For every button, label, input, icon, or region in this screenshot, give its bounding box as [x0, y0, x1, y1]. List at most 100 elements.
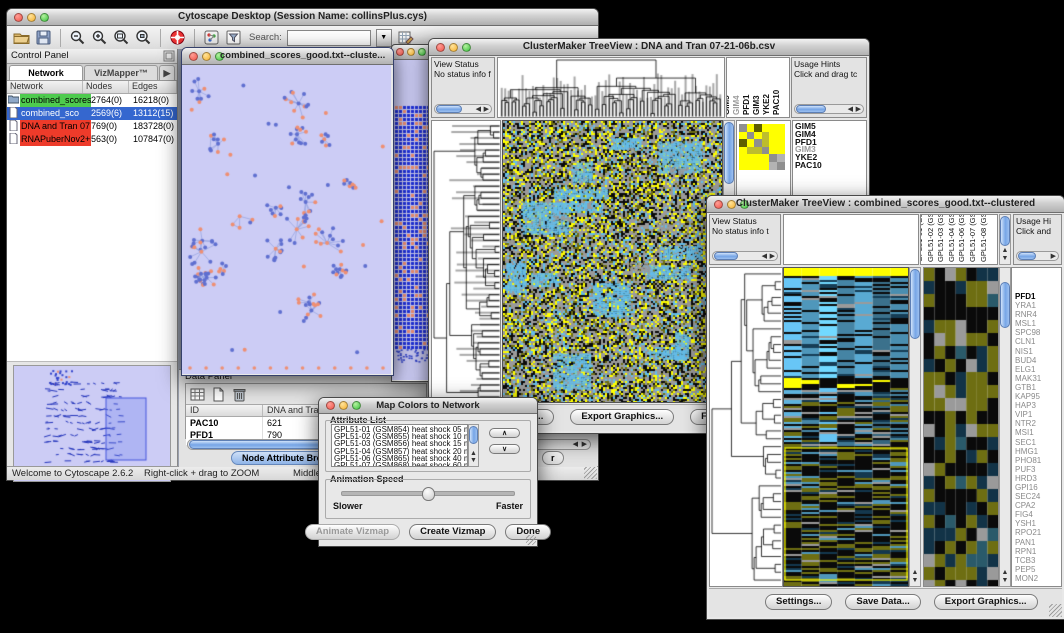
matrix-cell	[754, 132, 762, 140]
column-header-edges[interactable]: Edges	[129, 81, 177, 93]
attribute-list-vscrollbar[interactable]: ▲▼	[468, 424, 479, 467]
open-icon[interactable]	[13, 29, 30, 46]
network-tree-empty[interactable]	[7, 146, 177, 362]
network-row-combined-scores[interactable]: combined_scores2764(0)16218(0)	[7, 94, 177, 107]
gene-label-rnr4: RNR4	[1015, 310, 1061, 319]
matrix-cell	[754, 147, 762, 155]
tv1-col-label-pac10: PAC10	[772, 90, 781, 115]
create-vizmap-button[interactable]: Create Vizmap	[409, 524, 496, 540]
search-input[interactable]	[287, 30, 371, 46]
zoom-in-icon[interactable]	[91, 29, 108, 46]
tv2-heatmap[interactable]	[783, 267, 909, 587]
network-canvas-2[interactable]	[392, 60, 431, 380]
tv2-col-label-gpl51-03-gsm856: GPL51-03 (GSM856)	[936, 214, 945, 262]
matrix-cell	[762, 147, 770, 155]
column-header-network[interactable]: Network	[7, 81, 83, 93]
gene-label-fig4: FIG4	[1015, 510, 1061, 519]
tab-network[interactable]: Network	[9, 65, 83, 80]
dialog-title: Map Colors to Network	[319, 400, 537, 411]
move-up-button[interactable]: ∧	[489, 428, 520, 438]
table-icon[interactable]	[189, 386, 206, 403]
matrix-cell	[747, 162, 755, 170]
settings-button[interactable]: Settings...	[765, 594, 832, 610]
network-row-rnapubernov2[interactable]: RNAPuberNov2+|563(0)107847(0)	[7, 133, 177, 146]
gene-label-nis1: NIS1	[1015, 347, 1061, 356]
tv1-view-status-line1: View Status	[434, 59, 492, 69]
edge-count: 107847(0)	[133, 133, 177, 146]
tv2-collabel-vscrollbar[interactable]: ▲▼	[999, 214, 1011, 265]
minimize-icon	[202, 52, 211, 61]
tv1-usage-line1: Usage Hints	[794, 59, 864, 69]
search-dropdown-button[interactable]: ▼	[376, 29, 392, 47]
tv2-zoom-panel[interactable]	[923, 267, 999, 587]
correlation-matrix[interactable]	[739, 124, 785, 170]
help-icon[interactable]	[169, 29, 186, 46]
tv2-resize-grip[interactable]	[1049, 604, 1062, 617]
attribute-listbox[interactable]: GPL51-01 (GSM854) heat shock 05 minGPL51…	[331, 424, 468, 467]
matrix-cell	[777, 147, 785, 155]
zoom-out-icon[interactable]	[69, 29, 86, 46]
tv1-col-label-gim3: GIM3	[752, 95, 761, 115]
tab-vizmapper[interactable]: VizMapper™	[84, 65, 158, 80]
animate-vizmap-button[interactable]: Animate Vizmap	[305, 524, 400, 540]
tv2-genelist-vscrollbar[interactable]: ▲▼	[999, 267, 1011, 587]
tv2-heatmap-vscrollbar[interactable]: ▲▼	[909, 267, 921, 587]
zoom-region-icon[interactable]	[135, 29, 152, 46]
network-overview-panel[interactable]	[13, 365, 171, 482]
tv1-column-dendrogram[interactable]	[497, 57, 725, 118]
slider-thumb[interactable]	[422, 487, 435, 501]
tv2-col-label-gpl51-08-gsm872: GPL51-08 (GSM872)	[979, 214, 988, 262]
scroll-left-icon[interactable]: ◀	[573, 440, 578, 450]
network-canvas[interactable]	[182, 65, 391, 374]
animation-slider[interactable]	[341, 491, 515, 496]
main-titlebar[interactable]: Cytoscape Desktop (Session Name: collins…	[7, 9, 598, 26]
matrix-cell	[769, 124, 777, 132]
tv1-usage-scrollbar[interactable]: ◀▶	[794, 104, 864, 114]
matrix-cell	[739, 139, 747, 147]
tab-[interactable]: ▶	[159, 65, 175, 80]
zoom-window-icon	[418, 48, 426, 56]
column-header-nodes[interactable]: Nodes	[83, 81, 129, 93]
overview-icon[interactable]	[203, 29, 220, 46]
dialog-resize-grip[interactable]	[526, 535, 536, 545]
matrix-cell	[739, 154, 747, 162]
tv2-col-label-gpl51-06-gsm865: GPL51-06 (GSM865)	[957, 214, 966, 262]
matrix-cell	[747, 139, 755, 147]
document-icon[interactable]	[210, 386, 227, 403]
network-name: combined_sco	[20, 107, 91, 120]
gene-label-elg1: ELG1	[1015, 365, 1061, 374]
tv2-row-dendrogram[interactable]	[709, 267, 783, 587]
export-graphics-button[interactable]: Export Graphics...	[570, 409, 674, 425]
tab-fragment[interactable]: r	[542, 451, 564, 465]
tv1-row-dendrogram[interactable]	[431, 120, 501, 403]
attribute-item[interactable]: GPL51-07 (GSM868) heat shock 60 min	[332, 462, 467, 467]
tv1-status-scrollbar[interactable]: ◀▶	[434, 104, 492, 114]
tv1-view-status-line2: No status info f	[434, 69, 492, 79]
tv1-col-label-gim4: GIM4	[732, 95, 741, 115]
filter-icon[interactable]	[225, 29, 242, 46]
gene-label-hmg1: HMG1	[1015, 447, 1061, 456]
main-resize-grip[interactable]	[584, 466, 597, 479]
gene-label-ysh1: YSH1	[1015, 519, 1061, 528]
network-row-combined-sco[interactable]: combined_sco2569(6)13112(15)	[7, 107, 177, 120]
data-column-id[interactable]: ID	[186, 405, 263, 416]
gene-label-sec24: SEC24	[1015, 492, 1061, 501]
save-data-button[interactable]: Save Data...	[845, 594, 920, 610]
move-down-button[interactable]: ∨	[489, 444, 520, 454]
export-graphics-button[interactable]: Export Graphics...	[934, 594, 1038, 610]
trash-icon[interactable]	[231, 386, 248, 403]
tv2-column-dendrogram[interactable]	[783, 214, 919, 265]
control-panel: Control Panel NetworkVizMapper™▶ Network…	[7, 49, 178, 467]
save-icon[interactable]	[35, 29, 52, 46]
tv1-heatmap[interactable]	[502, 120, 723, 403]
matrix-cell	[762, 162, 770, 170]
tv2-usage-scrollbar[interactable]: ▶	[1016, 251, 1059, 261]
network-row-dna-and-tran-07[interactable]: DNA and Tran 07769(0)183728(0)	[7, 120, 177, 133]
tv2-status-scrollbar[interactable]: ◀▶	[712, 251, 778, 261]
network-overview-canvas[interactable]	[14, 366, 170, 481]
gene-label-gpi16: GPI16	[1015, 483, 1061, 492]
matrix-cell	[769, 139, 777, 147]
zoom-fit-icon[interactable]	[113, 29, 130, 46]
scroll-right-icon[interactable]: ▶	[582, 440, 587, 450]
float-panel-icon[interactable]	[163, 49, 175, 61]
